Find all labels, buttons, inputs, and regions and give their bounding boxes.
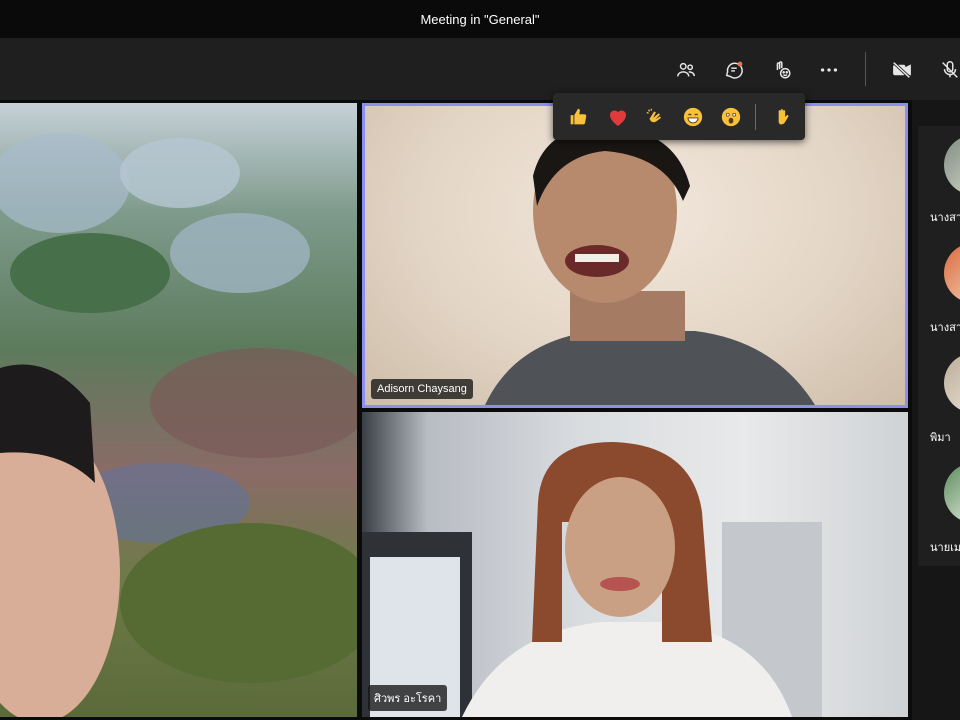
chat-icon[interactable] (718, 54, 750, 86)
rail-participant-name: นางสา (930, 212, 960, 224)
meeting-title: Meeting in "General" (420, 11, 540, 27)
video-tile-participant-1[interactable] (0, 103, 357, 717)
reactions-divider (755, 104, 756, 130)
more-icon[interactable] (813, 54, 845, 86)
rail-participant-name: นายเม (930, 542, 960, 554)
title-bar: Meeting in "General" (0, 0, 960, 38)
reactions-icon[interactable] (766, 54, 798, 86)
video-tile-participant-2[interactable]: Adisorn Chaysang (362, 103, 908, 408)
like-icon[interactable] (565, 104, 591, 130)
participant-video (485, 119, 815, 405)
laugh-icon[interactable] (680, 104, 706, 130)
mic-off-icon[interactable] (934, 54, 960, 86)
rail-participant-name: นางสา (930, 322, 960, 334)
rail-participant-name: พิมา (930, 432, 951, 444)
participant-name-tag: ศิวพร อะโรคา (368, 685, 448, 711)
reactions-popover (553, 93, 805, 140)
video-tile-participant-3[interactable]: ศิวพร อะโรคา (362, 412, 908, 717)
applause-icon[interactable] (642, 104, 668, 130)
participants-icon[interactable] (670, 54, 702, 86)
toolbar-divider (865, 52, 866, 86)
raise-hand-icon[interactable] (769, 104, 795, 130)
surprised-icon[interactable] (718, 104, 744, 130)
participant-name-tag: Adisorn Chaysang (371, 379, 473, 399)
participant-video (0, 133, 357, 717)
heart-icon[interactable] (605, 104, 631, 130)
camera-off-icon[interactable] (886, 54, 918, 86)
participant-video (362, 442, 822, 717)
meeting-toolbar (0, 38, 960, 100)
